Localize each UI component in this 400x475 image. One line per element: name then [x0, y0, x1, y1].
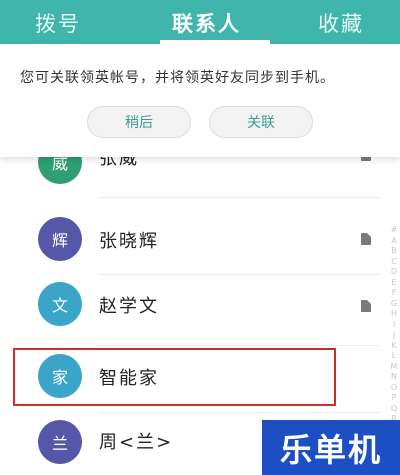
index-letter[interactable]: M [388, 362, 400, 373]
index-letter[interactable]: B [388, 246, 400, 257]
avatar: 辉 [38, 217, 82, 261]
index-letter[interactable]: P [388, 393, 400, 404]
row-divider [98, 412, 380, 413]
later-button[interactable]: 稍后 [87, 106, 191, 138]
avatar: 威 [38, 157, 82, 184]
index-letter[interactable]: L [388, 351, 400, 362]
row-divider [98, 197, 380, 198]
index-letter[interactable]: E [388, 278, 400, 289]
index-letter[interactable]: N [388, 372, 400, 383]
avatar: 文 [38, 282, 82, 326]
tab-bar: 拨号 联系人 收藏 [0, 0, 400, 44]
contact-name: 周<兰> [99, 432, 174, 453]
tab-contacts[interactable]: 联系人 [172, 8, 241, 38]
index-letter[interactable]: D [388, 267, 400, 278]
index-letter[interactable]: O [388, 383, 400, 394]
index-letter[interactable]: H [388, 309, 400, 320]
contact-name: 张晓辉 [99, 231, 159, 252]
row-divider [98, 274, 380, 275]
index-letter[interactable]: F [388, 288, 400, 299]
banner-message: 您可关联领英帐号，并将领英好友同步到手机。 [20, 70, 335, 86]
contact-row[interactable]: 威 张威 [0, 157, 380, 208]
alphabet-index[interactable]: # A B C D E F G H I J K L M N O P Q R [388, 225, 400, 425]
contact-card-icon [361, 300, 371, 312]
index-letter[interactable]: G [388, 299, 400, 310]
contact-card-icon [361, 157, 371, 161]
index-letter[interactable]: C [388, 257, 400, 268]
highlight-box [13, 348, 336, 406]
contact-name: 赵学文 [99, 296, 159, 317]
index-letter[interactable]: A [388, 236, 400, 247]
row-divider [98, 345, 380, 346]
index-letter[interactable]: K [388, 341, 400, 352]
tab-favorites[interactable]: 收藏 [318, 8, 364, 38]
contact-name: 张威 [99, 157, 139, 169]
contact-row[interactable]: 文 赵学文 [0, 279, 380, 347]
avatar: 兰 [38, 420, 82, 464]
index-letter[interactable]: I [388, 320, 400, 331]
index-letter[interactable]: J [388, 330, 400, 341]
contact-card-icon [361, 233, 371, 245]
index-letter[interactable]: Q [388, 404, 400, 415]
watermark-logo: 乐单机 [262, 420, 400, 475]
link-button[interactable]: 关联 [209, 106, 313, 138]
index-letter[interactable]: # [388, 225, 400, 236]
link-account-banner: 您可关联领英帐号，并将领英好友同步到手机。 稍后 关联 [0, 44, 400, 157]
contact-row[interactable]: 辉 张晓辉 [0, 212, 380, 280]
tab-dialer[interactable]: 拨号 [35, 8, 81, 38]
